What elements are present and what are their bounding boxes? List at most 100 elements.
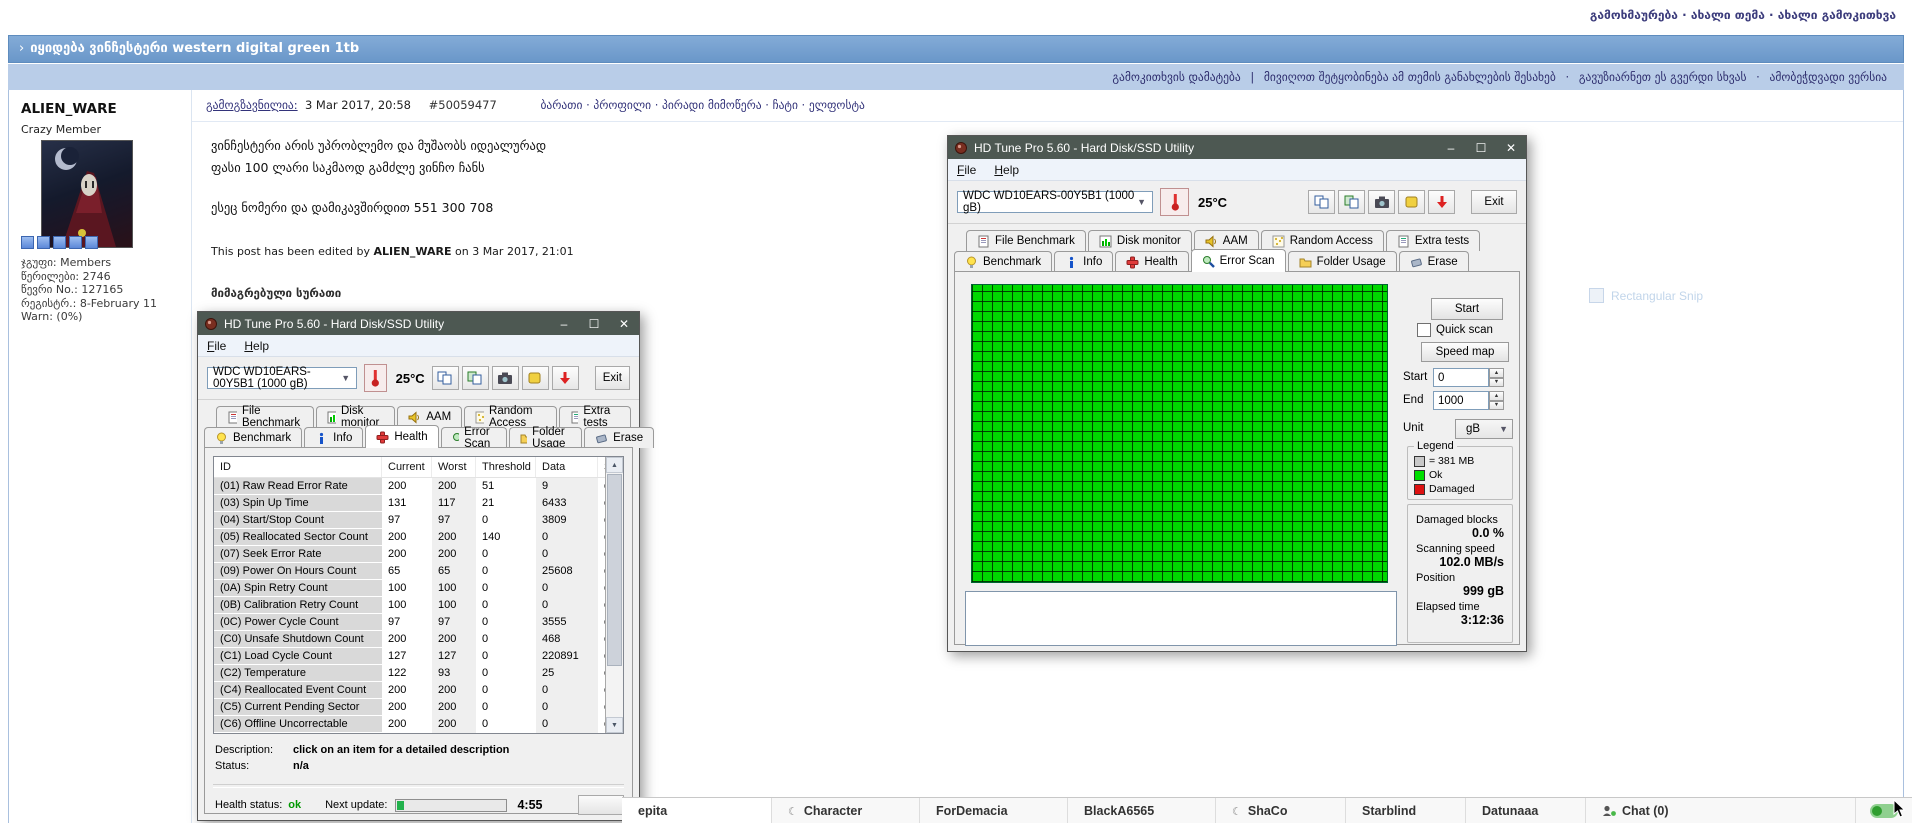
smart-attribute-row[interactable]: (C0) Unsafe Shutdown Count 200 200 0 468…: [214, 631, 605, 648]
color-options-button[interactable]: [1398, 190, 1425, 214]
smart-attribute-row[interactable]: (C5) Current Pending Sector 200 200 0 0 …: [214, 699, 605, 716]
smart-attribute-row[interactable]: (09) Power On Hours Count 65 65 0 25608 …: [214, 563, 605, 580]
smart-attribute-row[interactable]: (07) Seek Error Rate 200 200 0 0 ok: [214, 546, 605, 563]
maximize-button[interactable]: ☐: [1466, 136, 1496, 159]
scrollbar-thumb[interactable]: [607, 474, 622, 666]
tab-disk-monitor[interactable]: Disk monitor: [316, 406, 395, 427]
smart-attribute-row[interactable]: (C6) Offline Uncorrectable 200 200 0 0 o…: [214, 716, 605, 733]
minimize-button[interactable]: –: [549, 312, 579, 335]
menu-help[interactable]: Help: [994, 163, 1019, 177]
chat-tab-epita[interactable]: epita: [622, 798, 772, 823]
quick-scan-option[interactable]: Quick scan: [1417, 323, 1493, 337]
end-spinner[interactable]: ▲▼: [1489, 391, 1504, 410]
topic-actions-links[interactable]: გამოხმაურება · ახალი თემა · ახალი გამოკი…: [1590, 8, 1896, 22]
window-titlebar[interactable]: HD Tune Pro 5.60 - Hard Disk/SSD Utility…: [948, 136, 1526, 159]
unit-select[interactable]: gB ▼: [1455, 419, 1513, 439]
copy-image-button[interactable]: [1338, 190, 1365, 214]
tab-health[interactable]: Health: [1115, 251, 1188, 272]
minimize-button[interactable]: –: [1436, 136, 1466, 159]
smart-attribute-row[interactable]: (0B) Calibration Retry Count 100 100 0 0…: [214, 597, 605, 614]
start-position-input[interactable]: [1433, 368, 1489, 387]
subscribe-link[interactable]: მივიღოთ შეტყობინება ამ თემის განახლების …: [1264, 70, 1556, 84]
copy-text-button[interactable]: [432, 366, 459, 390]
start-scan-button[interactable]: Start: [1431, 298, 1503, 320]
copy-image-button[interactable]: [462, 366, 489, 390]
tab-erase[interactable]: Erase: [584, 427, 654, 448]
exit-button[interactable]: Exit: [595, 366, 630, 390]
smart-attribute-row[interactable]: (04) Start/Stop Count 97 97 0 3809 ok: [214, 512, 605, 529]
save-button[interactable]: [1428, 190, 1455, 214]
drive-select[interactable]: WDC WD10EARS-00Y5B1 (1000 gB) ▼: [207, 367, 357, 389]
tab-folder-usage[interactable]: Folder Usage: [1288, 251, 1397, 272]
tab-random-access[interactable]: Random Access: [464, 406, 556, 427]
exit-button[interactable]: Exit: [1471, 190, 1517, 214]
tab-aam[interactable]: AAM: [1194, 230, 1259, 251]
color-options-button[interactable]: [522, 366, 549, 390]
tab-info[interactable]: Info: [1054, 251, 1113, 272]
menu-file[interactable]: File: [207, 339, 226, 353]
smart-attribute-row[interactable]: (0A) Spin Retry Count 100 100 0 0 ok: [214, 580, 605, 597]
tab-file-benchmark[interactable]: File Benchmark: [216, 406, 314, 427]
speed-map-button[interactable]: Speed map: [1421, 342, 1509, 362]
menu-file[interactable]: File: [957, 163, 976, 177]
folder-icon: [520, 432, 527, 445]
chat-tab-blacka6565[interactable]: BlackA6565: [1068, 798, 1216, 823]
share-link[interactable]: გავუზიარნეთ ეს გვერდი სხვას: [1579, 70, 1747, 84]
smart-attribute-row[interactable]: (C2) Temperature 122 93 0 25 ok: [214, 665, 605, 682]
chat-main-tab[interactable]: Chat (0): [1586, 798, 1856, 823]
smart-attribute-row[interactable]: (C1) Load Cycle Count 127 127 0 220891 o…: [214, 648, 605, 665]
tab-benchmark[interactable]: Benchmark: [204, 427, 302, 448]
edit-note-prefix: This post has been edited by: [211, 245, 370, 258]
tab-error-scan[interactable]: Error Scan: [441, 427, 507, 448]
scroll-up-icon[interactable]: ▲: [606, 457, 623, 473]
post-number[interactable]: #50059477: [429, 98, 497, 112]
smart-attribute-row[interactable]: (03) Spin Up Time 131 117 21 6433 ok: [214, 495, 605, 512]
tab-info[interactable]: Info: [304, 427, 363, 448]
save-button[interactable]: [552, 366, 579, 390]
copy-text-button[interactable]: [1308, 190, 1335, 214]
posted-link[interactable]: გამოგზავნილია:: [206, 98, 298, 112]
tab-error-scan[interactable]: Error Scan: [1191, 249, 1286, 272]
chat-tab-shaco[interactable]: ☾ShaCo: [1216, 798, 1346, 823]
drive-select[interactable]: WDC WD10EARS-00Y5B1 (1000 gB) ▼: [957, 191, 1153, 213]
tab-erase[interactable]: Erase: [1399, 251, 1469, 272]
start-spinner[interactable]: ▲▼: [1489, 368, 1504, 387]
add-poll-link[interactable]: გამოკითხვის დამატება: [1112, 70, 1240, 84]
maximize-button[interactable]: ☐: [579, 312, 609, 335]
quick-scan-checkbox[interactable]: [1417, 323, 1431, 337]
chat-tab-fordemacia[interactable]: ForDemacia: [920, 798, 1068, 823]
close-button[interactable]: ✕: [609, 312, 639, 335]
temperature-button[interactable]: [364, 364, 386, 392]
close-button[interactable]: ✕: [1496, 136, 1526, 159]
print-version-link[interactable]: ამობეჭდვადი ვერსია: [1769, 70, 1887, 84]
partially-hidden-button[interactable]: [578, 795, 624, 815]
menu-help[interactable]: Help: [244, 339, 269, 353]
smart-attribute-row[interactable]: (0C) Power Cycle Count 97 97 0 3555 ok: [214, 614, 605, 631]
tab-health[interactable]: Health: [365, 425, 438, 448]
tab-file-benchmark[interactable]: File Benchmark: [966, 230, 1086, 251]
avatar[interactable]: [41, 140, 133, 248]
chat-tab-datunaaa[interactable]: Datunaaa: [1466, 798, 1586, 823]
smart-attribute-row[interactable]: (01) Raw Read Error Rate 200 200 51 9 ok: [214, 478, 605, 495]
tab-disk-monitor[interactable]: Disk monitor: [1088, 230, 1192, 251]
tab-folder-usage[interactable]: Folder Usage: [509, 427, 582, 448]
screenshot-button[interactable]: [492, 366, 519, 390]
tab-aam[interactable]: AAM: [397, 406, 462, 427]
smart-attribute-row[interactable]: (05) Reallocated Sector Count 200 200 14…: [214, 529, 605, 546]
topic-title[interactable]: იყიდება ვინჩესტერი western digital green…: [30, 41, 359, 56]
tab-extra-tests[interactable]: Extra tests: [559, 406, 631, 427]
author-username[interactable]: ALIEN_WARE: [21, 101, 117, 117]
screenshot-button[interactable]: [1368, 190, 1395, 214]
user-action-links[interactable]: ბარათი · პროფილი · პირადი მიმოწერა · ჩატ…: [540, 98, 864, 112]
chat-tab-character[interactable]: ☾Character: [772, 798, 920, 823]
table-scrollbar[interactable]: ▲ ▼: [605, 457, 623, 733]
smart-attribute-row[interactable]: (C4) Reallocated Event Count 200 200 0 0…: [214, 682, 605, 699]
end-position-input[interactable]: [1433, 391, 1489, 410]
tab-extra-tests[interactable]: Extra tests: [1386, 230, 1480, 251]
window-titlebar[interactable]: HD Tune Pro 5.60 - Hard Disk/SSD Utility…: [198, 312, 639, 335]
temperature-button[interactable]: [1160, 188, 1189, 216]
tab-random-access[interactable]: Random Access: [1261, 230, 1384, 251]
chat-tab-starblind[interactable]: Starblind: [1346, 798, 1466, 823]
scroll-down-icon[interactable]: ▼: [606, 717, 623, 733]
tab-benchmark[interactable]: Benchmark: [954, 251, 1052, 272]
